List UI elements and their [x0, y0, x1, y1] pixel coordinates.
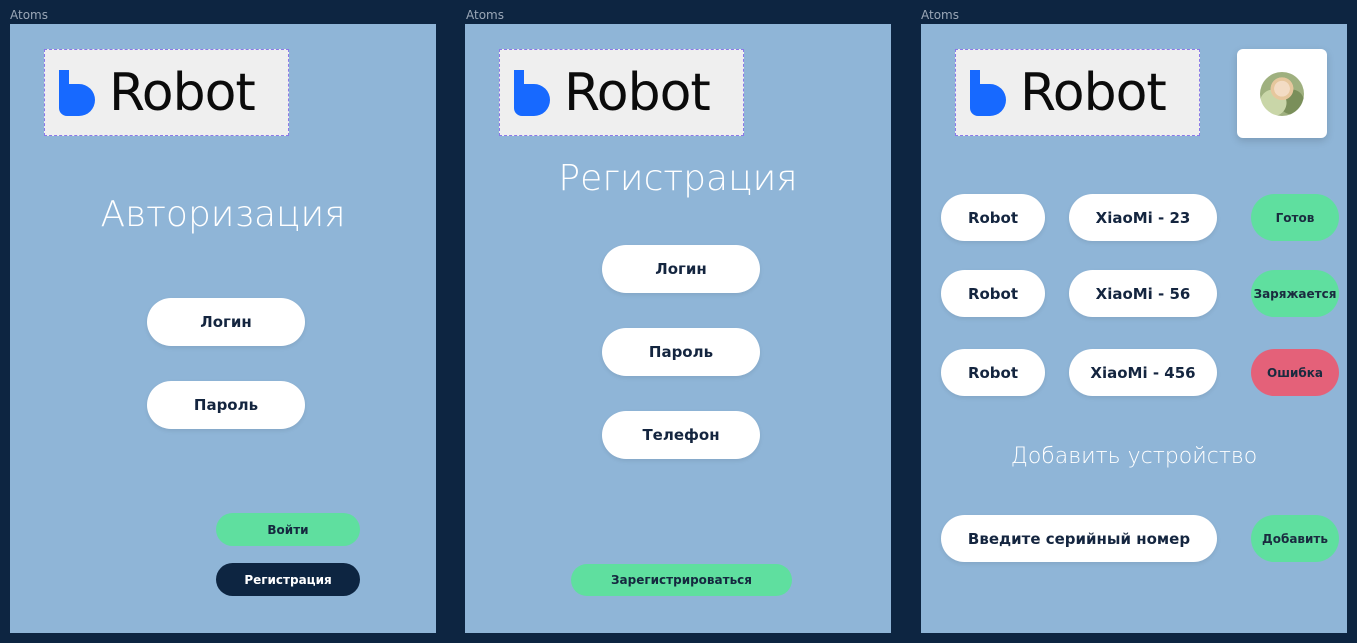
page-title: Авторизация	[100, 194, 346, 235]
avatar[interactable]	[1260, 72, 1304, 116]
login-input[interactable]: Логин	[147, 298, 305, 346]
status-badge-ready: Готов	[1251, 194, 1339, 241]
logo-mark-icon	[514, 70, 550, 116]
add-device-heading: Добавить устройство	[1010, 444, 1258, 469]
auth-frame: Robot Авторизация Логин Пароль Войти Рег…	[10, 24, 436, 633]
login-input[interactable]: Логин	[602, 245, 760, 293]
logo: Robot	[955, 49, 1200, 136]
device-name[interactable]: Robot	[941, 270, 1045, 317]
device-model[interactable]: XiaoMi - 56	[1069, 270, 1217, 317]
devices-frame: Robot Robot XiaoMi - 23 Готов Robot Xiao…	[921, 24, 1347, 633]
logo-mark-icon	[59, 70, 95, 116]
frame-label-auth: Atoms	[10, 8, 48, 22]
device-name[interactable]: Robot	[941, 194, 1045, 241]
logo-text: Robot	[564, 63, 711, 123]
device-name[interactable]: Robot	[941, 349, 1045, 396]
register-button[interactable]: Регистрация	[216, 563, 360, 596]
submit-register-button[interactable]: Зарегистрироваться	[571, 564, 792, 596]
logo-mark-icon	[970, 70, 1006, 116]
logo-text: Robot	[1020, 63, 1167, 123]
frame-label-devices: Atoms	[921, 8, 959, 22]
phone-input[interactable]: Телефон	[602, 411, 760, 459]
logo: Robot	[44, 49, 289, 136]
add-device-button[interactable]: Добавить	[1251, 515, 1339, 562]
status-badge-charging: Заряжается	[1251, 270, 1339, 317]
frame-label-register: Atoms	[466, 8, 504, 22]
status-badge-error: Ошибка	[1251, 349, 1339, 396]
password-input[interactable]: Пароль	[147, 381, 305, 429]
logo: Robot	[499, 49, 744, 136]
login-button[interactable]: Войти	[216, 513, 360, 546]
logo-text: Robot	[109, 63, 256, 123]
page-title: Регистрация	[558, 158, 798, 199]
serial-number-input[interactable]: Введите серийный номер	[941, 515, 1217, 562]
profile-card[interactable]	[1237, 49, 1327, 138]
register-frame: Robot Регистрация Логин Пароль Телефон З…	[465, 24, 891, 633]
device-model[interactable]: XiaoMi - 456	[1069, 349, 1217, 396]
password-input[interactable]: Пароль	[602, 328, 760, 376]
device-model[interactable]: XiaoMi - 23	[1069, 194, 1217, 241]
